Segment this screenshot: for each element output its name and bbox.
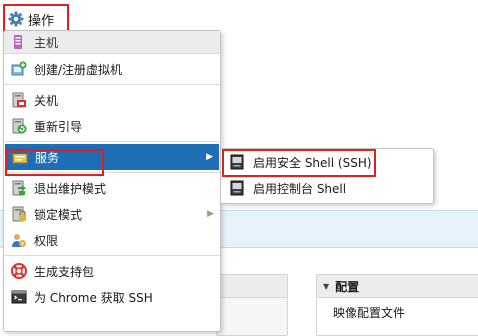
menu-item-label: 创建/注册虚拟机 <box>34 62 123 77</box>
permissions-icon <box>11 232 27 248</box>
menu-item-chrome-ssh[interactable]: 为 Chrome 获取 SSH <box>4 284 220 310</box>
lifebuoy-icon <box>11 263 27 279</box>
menu-item-permissions[interactable]: 权限 <box>4 227 220 253</box>
menu-item-label: 服务 <box>35 150 60 165</box>
menu-header-host: 主机 <box>4 31 220 54</box>
menu-item-label: 退出维护模式 <box>34 181 107 196</box>
menu-separator <box>4 172 220 173</box>
menu-separator <box>4 255 220 256</box>
submenu-item-enable-ssh[interactable]: 启用安全 Shell (SSH) <box>221 149 433 175</box>
menu-separator <box>4 84 220 85</box>
menu-item-label: 锁定模式 <box>34 207 83 222</box>
gear-icon <box>8 11 24 27</box>
config-panel-title: 配置 <box>335 279 360 294</box>
services-submenu: 启用安全 Shell (SSH) 启用控制台 Shell <box>220 148 434 204</box>
submenu-item-enable-console[interactable]: 启用控制台 Shell <box>221 175 433 201</box>
ssh-terminal-icon <box>229 154 245 170</box>
console-terminal-icon <box>229 180 245 196</box>
create-vm-icon <box>11 61 27 77</box>
background-panel-left-header <box>217 275 287 298</box>
menu-item-label: 为 Chrome 获取 SSH <box>34 290 153 305</box>
menu-item-services[interactable]: 服务 ▶ <box>5 144 219 170</box>
menu-separator <box>4 141 220 142</box>
image-profile-label: 映像配置文件 <box>333 306 406 320</box>
actions-button[interactable]: 操作 <box>6 7 60 31</box>
menu-item-lockdown[interactable]: 锁定模式 ▶ <box>4 201 220 227</box>
menu-item-label: 生成支持包 <box>34 264 95 279</box>
menu-header-label: 主机 <box>34 35 59 50</box>
menu-item-support-bundle[interactable]: 生成支持包 <box>4 258 220 284</box>
submenu-arrow-icon: ▶ <box>206 152 213 162</box>
lock-icon <box>11 206 27 222</box>
collapse-caret-icon[interactable]: ▼ <box>323 282 329 291</box>
menu-item-label: 重新引导 <box>34 119 83 134</box>
host-icon <box>10 34 26 50</box>
config-panel-header[interactable]: ▼ 配置 <box>317 275 478 298</box>
menu-item-reboot[interactable]: 重新引导 <box>4 113 220 139</box>
menu-item-create-vm[interactable]: 创建/注册虚拟机 <box>4 56 220 82</box>
submenu-arrow-icon: ▶ <box>207 209 214 219</box>
shutdown-icon <box>11 92 27 108</box>
reboot-icon <box>11 118 27 134</box>
submenu-item-label: 启用安全 Shell (SSH) <box>253 155 372 170</box>
menu-item-exit-maintenance[interactable]: 退出维护模式 <box>4 175 220 201</box>
terminal-icon <box>11 289 27 305</box>
actions-menu: 主机 创建/注册虚拟机 关机 重新引导 服务 ▶ 退出维护模式 锁定模式 ▶ 权… <box>3 30 221 332</box>
services-icon <box>12 149 28 165</box>
actions-label: 操作 <box>28 13 55 29</box>
menu-item-label: 关机 <box>34 93 59 108</box>
menu-item-shutdown[interactable]: 关机 <box>4 87 220 113</box>
menu-item-label: 权限 <box>34 233 59 248</box>
exit-maintenance-icon <box>11 180 27 196</box>
submenu-item-label: 启用控制台 Shell <box>253 181 347 196</box>
